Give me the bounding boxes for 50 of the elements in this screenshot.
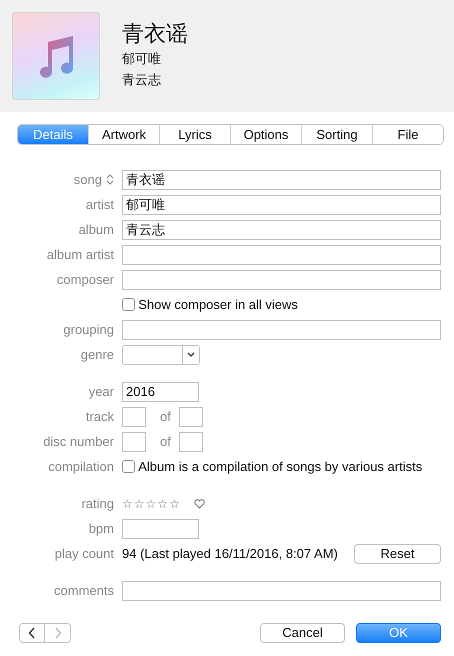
- genre-dropdown[interactable]: [122, 344, 200, 364]
- checkbox-label: Album is a compilation of songs by various artists: [138, 458, 422, 476]
- field-label: play count: [54, 544, 114, 563]
- field-label: rating: [81, 494, 114, 513]
- input-field[interactable]: 青衣谣: [122, 170, 441, 190]
- checkbox-label: Show composer in all views: [138, 296, 298, 314]
- input-field[interactable]: [122, 432, 146, 452]
- song-title: 青衣谣: [122, 22, 189, 47]
- sort-icon[interactable]: [106, 174, 114, 185]
- field-label: disc number: [43, 432, 114, 451]
- play-count-text: 94 (Last played 16/11/2016, 8:07 AM): [122, 544, 338, 563]
- field-label: album: [78, 220, 114, 239]
- field-label: grouping: [63, 320, 114, 339]
- field-label: compilation: [48, 458, 114, 476]
- tab[interactable]: File: [372, 125, 443, 144]
- previous-button[interactable]: [19, 623, 45, 643]
- input-field[interactable]: [122, 406, 146, 426]
- input-field[interactable]: [122, 244, 441, 264]
- cancel-button[interactable]: Cancel: [260, 623, 345, 643]
- field-label: composer: [56, 270, 114, 289]
- field-label: genre: [80, 346, 114, 364]
- field-label: bpm: [88, 520, 114, 538]
- of-label: of: [160, 408, 171, 426]
- input-field[interactable]: [178, 432, 203, 452]
- input-field[interactable]: [122, 270, 441, 290]
- album-name: 青云志: [122, 71, 162, 90]
- input-field[interactable]: 郁可唯: [122, 194, 441, 214]
- input-field[interactable]: 2016: [122, 382, 199, 402]
- input-field[interactable]: [122, 518, 199, 538]
- music-note-icon: [37, 34, 75, 78]
- field-label: comments: [54, 582, 114, 600]
- input-field[interactable]: [122, 580, 441, 600]
- heart-icon[interactable]: [194, 498, 205, 508]
- checkbox[interactable]: [122, 298, 135, 311]
- field-label: album artist: [46, 246, 114, 264]
- checkbox[interactable]: [122, 460, 135, 473]
- artist-name: 郁可唯: [122, 50, 162, 68]
- field-label: track: [86, 408, 114, 426]
- input-field[interactable]: 青云志: [122, 220, 441, 240]
- reset-button[interactable]: Reset: [354, 544, 441, 564]
- chevron-down-icon: [187, 352, 195, 357]
- input-field[interactable]: [178, 406, 203, 426]
- field-label: year: [88, 382, 114, 401]
- star-rating[interactable]: ☆☆☆☆☆: [122, 498, 181, 510]
- of-label: of: [160, 432, 171, 451]
- field-label: song: [74, 170, 102, 189]
- chevron-left-icon: [28, 627, 36, 639]
- input-field[interactable]: [122, 320, 441, 340]
- field-label: artist: [86, 196, 114, 214]
- chevron-right-icon: [54, 627, 62, 639]
